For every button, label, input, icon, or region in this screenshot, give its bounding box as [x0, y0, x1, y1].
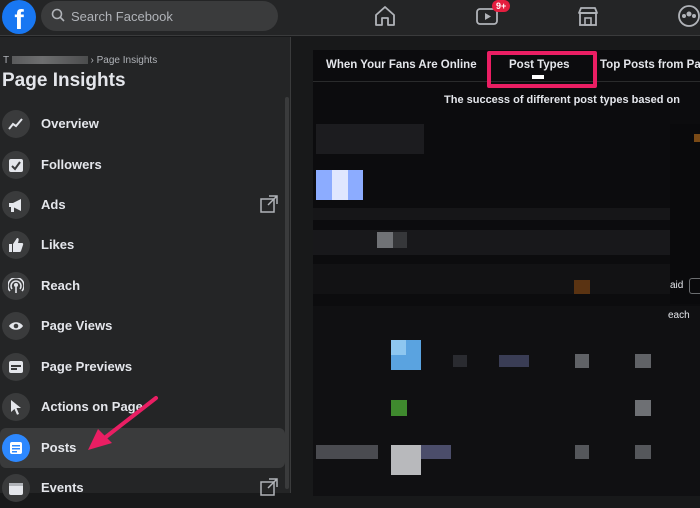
blurred-content	[694, 134, 700, 142]
reach-label: each	[668, 310, 690, 321]
document-icon	[2, 434, 30, 462]
blurred-content	[453, 355, 467, 367]
search-icon	[51, 8, 65, 22]
annotation-arrow-icon	[88, 396, 158, 450]
dropdown-edge[interactable]	[689, 278, 700, 294]
annotation-highlight-box	[487, 51, 597, 88]
blurred-chart-edge	[670, 124, 700, 304]
blurred-thumbnail	[391, 400, 407, 416]
megaphone-icon	[2, 191, 30, 219]
breadcrumb-current: › Page Insights	[90, 55, 158, 66]
sidebar-item-label: Reach	[41, 278, 81, 293]
sidebar-scrollbar[interactable]	[285, 97, 289, 489]
home-icon[interactable]	[372, 4, 398, 28]
section-subtitle: The success of different post types base…	[444, 94, 680, 106]
blurred-content	[313, 230, 670, 255]
sidebar-item-followers[interactable]: Followers	[0, 145, 285, 185]
search-box[interactable]	[41, 1, 278, 31]
sidebar-item-overview[interactable]: Overview	[0, 104, 285, 144]
blurred-thumbnail	[391, 445, 421, 475]
blurred-content	[635, 400, 651, 416]
thumbs-up-icon	[2, 231, 30, 259]
blurred-page-name	[11, 56, 88, 65]
sidebar-item-ads[interactable]: Ads	[0, 185, 285, 225]
marketplace-icon[interactable]	[575, 4, 601, 28]
sidebar-item-page-views[interactable]: Page Views	[0, 306, 285, 346]
window-icon	[2, 353, 30, 381]
insights-content: When Your Fans Are Online Post Types Top…	[291, 37, 700, 496]
blurred-content	[316, 445, 378, 459]
breadcrumb-page-name[interactable]: T	[3, 55, 9, 66]
blurred-content	[574, 280, 590, 294]
blurred-content	[575, 354, 589, 368]
broadcast-icon	[2, 272, 30, 300]
blurred-content	[635, 354, 651, 368]
notification-badge: 9+	[492, 0, 511, 12]
blurred-content	[316, 124, 424, 154]
blurred-content	[421, 445, 451, 459]
blurred-thumbnail	[391, 340, 406, 355]
sidebar-item-reach[interactable]: Reach	[0, 266, 285, 306]
blurred-content	[635, 445, 651, 459]
sidebar-item-label: Followers	[41, 157, 102, 172]
blurred-content	[377, 232, 393, 248]
sidebar-item-likes[interactable]: Likes	[0, 225, 285, 265]
checkmark-box-icon	[2, 151, 30, 179]
breadcrumb[interactable]: T › Page Insights	[3, 55, 157, 66]
sidebar-item-events[interactable]: Events	[0, 468, 285, 508]
paid-label: aid	[670, 280, 684, 291]
blurred-content	[313, 264, 670, 294]
sidebar-item-label: Page Previews	[41, 359, 133, 374]
facebook-logo[interactable]: f	[2, 0, 36, 34]
sidebar-item-label: Ads	[41, 197, 66, 212]
sidebar-item-label: Posts	[41, 440, 77, 455]
sidebar-item-page-previews[interactable]: Page Previews	[0, 347, 285, 387]
tab-fans-online[interactable]: When Your Fans Are Online	[326, 59, 477, 71]
post-types-panel: When Your Fans Are Online Post Types Top…	[313, 50, 700, 496]
external-link-icon[interactable]	[260, 478, 278, 496]
tab-top-posts[interactable]: Top Posts from Pa	[600, 59, 700, 71]
groups-icon[interactable]	[676, 4, 700, 28]
sidebar-item-label: Overview	[41, 116, 99, 131]
blurred-content	[393, 232, 407, 248]
blurred-content	[575, 445, 589, 459]
sidebar-item-label: Likes	[41, 237, 75, 252]
blurred-thumbnail	[332, 170, 348, 200]
external-link-icon[interactable]	[260, 195, 278, 213]
top-navigation-bar: f 9+	[0, 0, 700, 36]
calendar-icon	[2, 474, 30, 502]
sidebar-item-label: Page Views	[41, 318, 113, 333]
eye-icon	[2, 312, 30, 340]
search-input[interactable]	[71, 5, 271, 27]
blurred-content	[313, 208, 670, 220]
page-title: Page Insights	[2, 70, 126, 91]
trend-line-icon	[2, 110, 30, 138]
cursor-icon	[2, 393, 30, 421]
blurred-content	[499, 355, 529, 367]
